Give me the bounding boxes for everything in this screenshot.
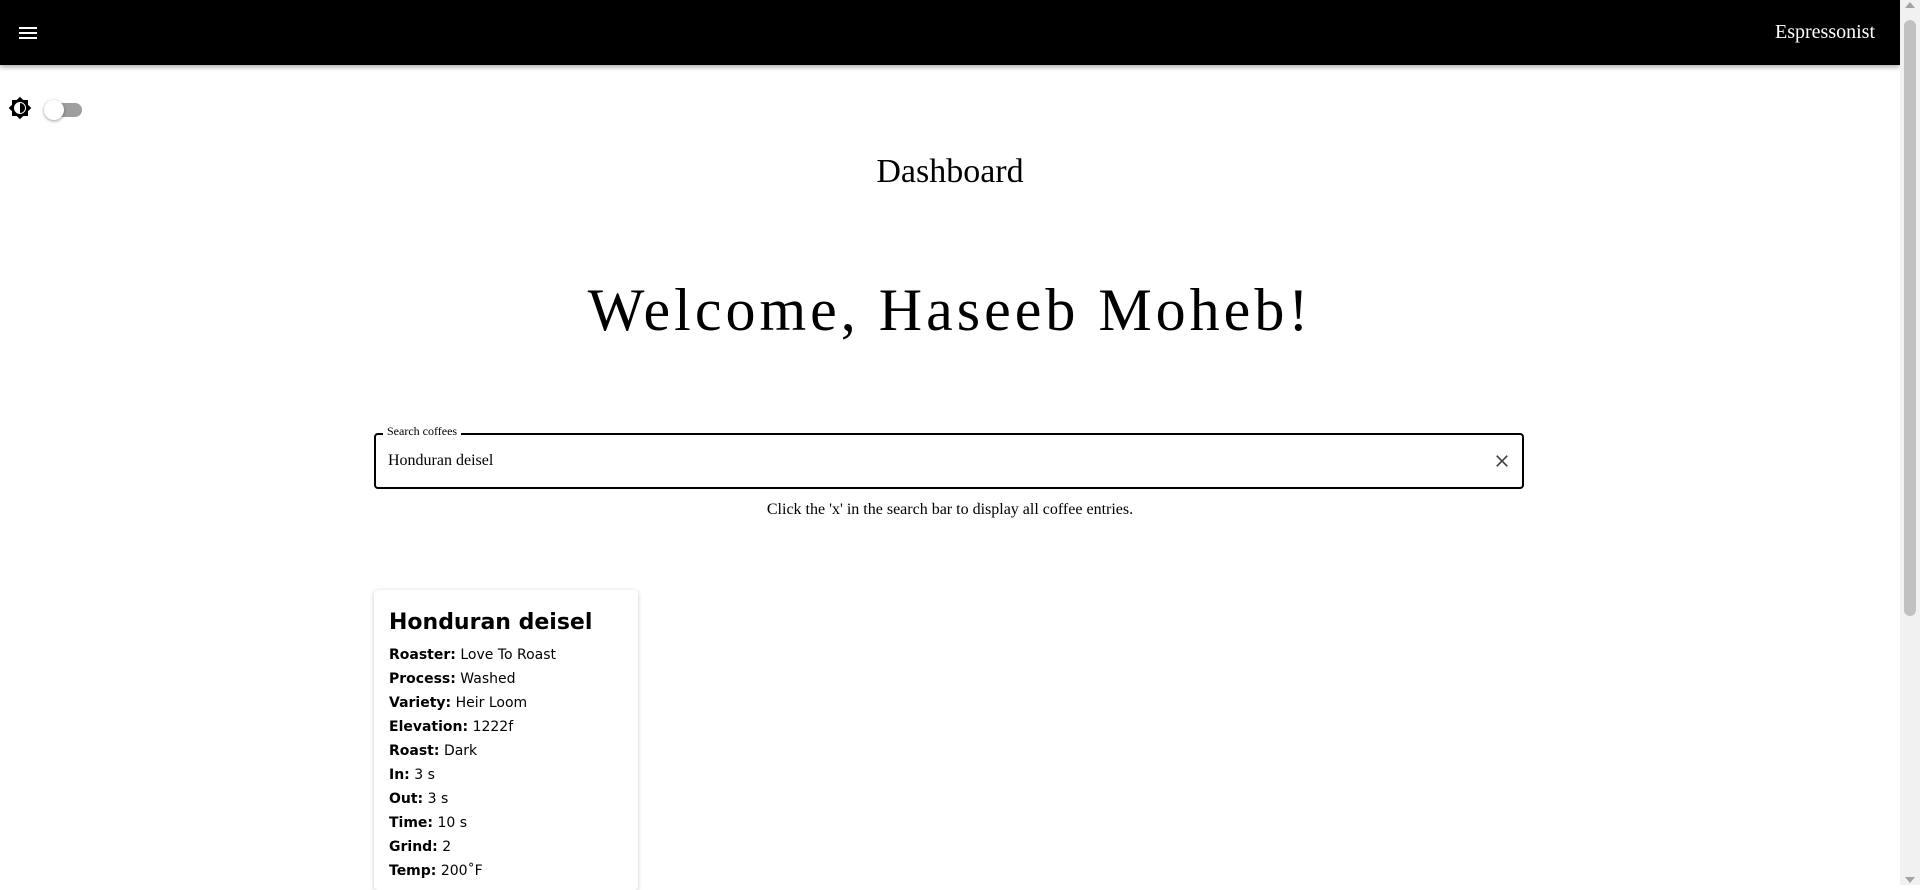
field-label: Variety: (389, 695, 452, 711)
field-value: 2 (442, 839, 452, 855)
dark-mode-toggle[interactable] (44, 98, 82, 120)
brightness-icon (8, 96, 32, 120)
coffee-card-title: Honduran deisel (389, 610, 593, 635)
field-label: In: (389, 767, 410, 783)
field-label: Elevation: (389, 719, 469, 735)
theme-switcher (8, 96, 82, 120)
field-label: Temp: (389, 863, 437, 879)
field-label: Time: (389, 815, 434, 831)
scroll-up-arrow[interactable] (1905, 2, 1915, 8)
field-value: Washed (460, 671, 516, 687)
clear-search-button[interactable] (1490, 449, 1514, 473)
scroll-down-arrow[interactable] (1905, 877, 1915, 883)
field-value: 3 s (414, 767, 435, 783)
coffee-field-elevation: Elevation: 1222f (389, 715, 556, 739)
coffee-field-temp: Temp: 200˚F (389, 859, 556, 883)
coffee-field-out: Out: 3 s (389, 787, 556, 811)
coffee-field-roaster: Roaster: Love To Roast (389, 643, 556, 667)
scroll-thumb[interactable] (1904, 20, 1916, 616)
field-value: Heir Loom (455, 695, 528, 711)
coffee-field-grind: Grind: 2 (389, 835, 556, 859)
search-label: Search coffees (383, 424, 462, 439)
page-title: Dashboard (876, 153, 1024, 190)
field-value: Love To Roast (460, 647, 557, 663)
field-value: Dark (443, 743, 478, 759)
coffee-field-roast: Roast: Dark (389, 739, 556, 763)
search-hint: Click the 'x' in the search bar to displ… (766, 501, 1134, 518)
coffee-field-in: In: 3 s (389, 763, 556, 787)
scrollbar[interactable] (1900, 0, 1920, 885)
welcome-heading: Welcome, Haseeb Moheb! (587, 277, 1313, 343)
field-label: Process: (389, 671, 456, 687)
close-icon (1496, 455, 1508, 467)
field-label: Grind: (389, 839, 438, 855)
field-label: Out: (389, 791, 424, 807)
coffee-field-time: Time: 10 s (389, 811, 556, 835)
field-label: Roaster: (389, 647, 456, 663)
menu-button[interactable] (0, 0, 56, 65)
field-value: 200˚F (440, 863, 483, 879)
toggle-thumb[interactable] (44, 100, 64, 120)
field-label: Roast: (389, 743, 440, 759)
coffee-field-variety: Variety: Heir Loom (389, 691, 556, 715)
field-value: 3 s (427, 791, 449, 807)
coffee-card[interactable]: Honduran deisel Roaster: Love To Roast P… (374, 590, 638, 890)
menu-icon (19, 26, 37, 39)
coffee-field-process: Process: Washed (389, 667, 556, 691)
app-brand[interactable]: Espressonist (1775, 21, 1900, 44)
search-field: Search coffees (374, 424, 1524, 489)
search-input[interactable] (388, 445, 1458, 477)
coffee-card-details: Roaster: Love To Roast Process: Washed V… (389, 643, 556, 883)
field-value: 10 s (437, 815, 468, 831)
app-bar: Espressonist (0, 0, 1900, 65)
field-value: 1222f (472, 719, 514, 735)
